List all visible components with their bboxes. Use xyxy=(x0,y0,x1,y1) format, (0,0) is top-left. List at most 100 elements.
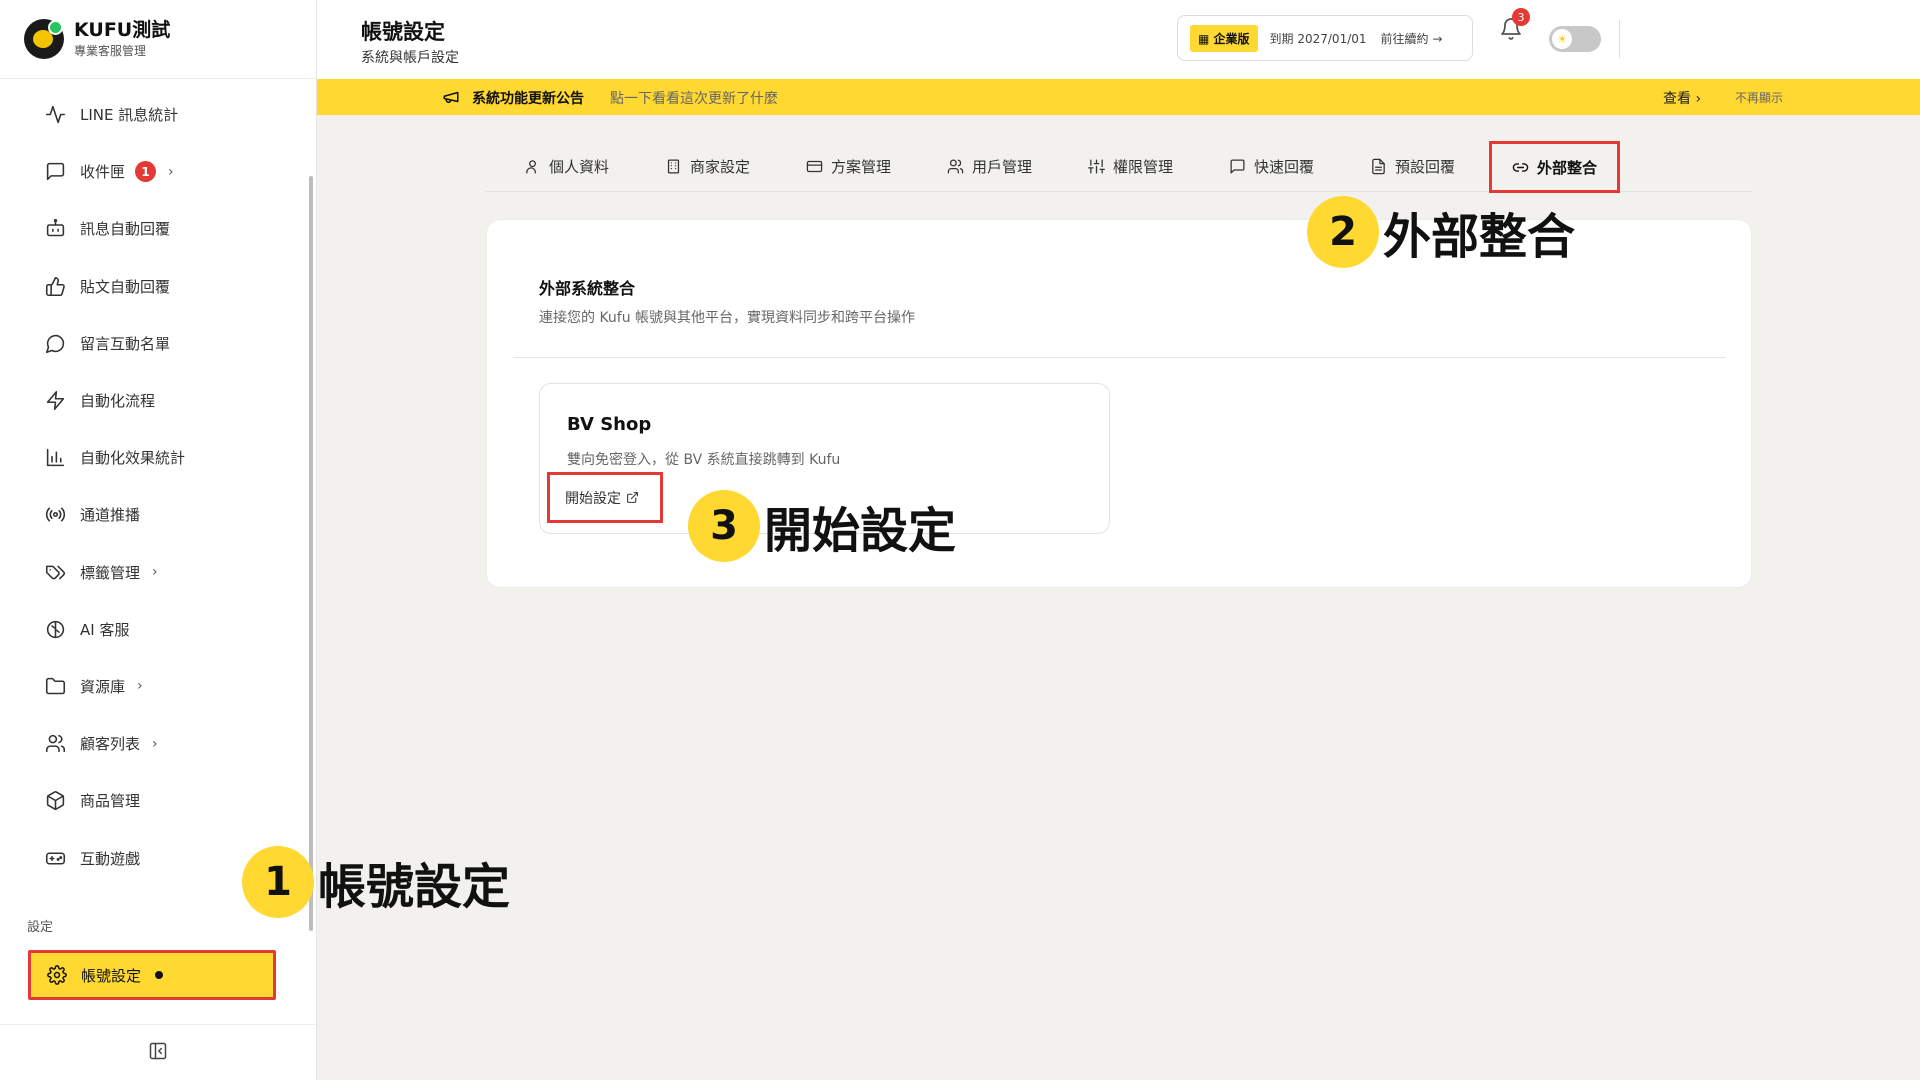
sidebar-item-automation[interactable]: 自動化流程 xyxy=(0,372,305,429)
sidebar-item-label: 顧客列表 xyxy=(80,735,141,754)
tab-label: 方案管理 xyxy=(831,157,892,176)
integration-description: 雙向免密登入，從 BV 系統直接跳轉到 Kufu xyxy=(567,452,841,468)
section-title: 外部系統整合 xyxy=(539,279,636,298)
chevron-right-icon[interactable]: › xyxy=(137,678,143,694)
zap-icon xyxy=(44,390,66,412)
tab-label: 預設回覆 xyxy=(1395,157,1456,176)
tab-profile[interactable]: 個人資料 xyxy=(524,140,609,192)
page-subtitle: 系統與帳戶設定 xyxy=(361,50,459,66)
sidebar-item-label: LINE 訊息統計 xyxy=(80,106,179,125)
collapse-sidebar-icon[interactable] xyxy=(148,1041,168,1065)
tab-quick-reply[interactable]: 快速回覆 xyxy=(1229,140,1314,192)
credit-card-icon xyxy=(806,160,823,172)
active-indicator-dot xyxy=(155,971,164,979)
tab-label: 權限管理 xyxy=(1113,157,1174,176)
message-square-icon xyxy=(1230,158,1245,174)
sidebar-item-auto-reply[interactable]: 訊息自動回覆 xyxy=(0,200,305,257)
tab-label: 用戶管理 xyxy=(972,157,1033,176)
sidebar-item-account-settings[interactable]: 帳號設定 xyxy=(28,950,276,1000)
brand-name: KUFU測試 xyxy=(74,19,171,41)
plan-info[interactable]: ▦ 企業版 到期 2027/01/01 前往續約 → xyxy=(1177,15,1473,61)
activity-icon xyxy=(44,104,66,126)
tab-label: 商家設定 xyxy=(690,157,751,176)
page-title: 帳號設定 xyxy=(361,20,445,44)
chevron-right-icon[interactable]: › xyxy=(168,164,174,180)
sidebar-item-label: 資源庫 xyxy=(80,677,126,696)
sidebar-item-label: 標籤管理 xyxy=(80,563,141,582)
announcement-bar[interactable]: 系統功能更新公告 點一下看看這次更新了什麼 查看 › 不再顯示 xyxy=(317,79,1920,115)
top-header: 帳號設定 系統與帳戶設定 ▦ 企業版 到期 2027/01/01 前往續約 → … xyxy=(317,0,1920,79)
notification-count-badge: 3 xyxy=(1512,8,1530,26)
callout-number: 2 xyxy=(1307,196,1379,268)
tab-plan[interactable]: 方案管理 xyxy=(806,140,891,192)
start-setup-button[interactable]: 開始設定 xyxy=(547,472,663,523)
users-icon xyxy=(947,158,964,174)
announcement-title: 系統功能更新公告 xyxy=(472,91,584,107)
theme-toggle[interactable]: ☀ xyxy=(1549,26,1601,52)
tags-icon xyxy=(44,561,66,583)
start-setup-label: 開始設定 xyxy=(565,490,621,507)
sidebar-item-label: 自動化流程 xyxy=(80,392,156,411)
sidebar-item-label: 自動化效果統計 xyxy=(80,449,186,468)
bot-icon xyxy=(44,218,66,240)
tab-permissions[interactable]: 權限管理 xyxy=(1088,140,1173,192)
sidebar-item-label: 留言互動名單 xyxy=(80,334,171,353)
inbox-count-badge: 1 xyxy=(135,161,157,183)
building-icon xyxy=(667,158,680,174)
sidebar-scrollbar[interactable] xyxy=(309,176,313,931)
building-icon: ▦ xyxy=(1198,31,1214,46)
tab-label: 外部整合 xyxy=(1537,158,1598,177)
sidebar-item-tags[interactable]: 標籤管理 › xyxy=(0,544,305,601)
sidebar-item-ai-service[interactable]: AI 客服 xyxy=(0,601,305,658)
sidebar-item-label: 互動遊戲 xyxy=(80,849,141,868)
plan-expire-date: 到期 2027/01/01 xyxy=(1269,31,1367,46)
link-icon xyxy=(1512,162,1529,172)
tab-label: 快速回覆 xyxy=(1254,157,1315,176)
integration-section-card: 外部系統整合 連接您的 Kufu 帳號與其他平台，實現資料同步和跨平台操作 BV… xyxy=(486,219,1752,588)
sidebar-item-inbox[interactable]: 收件匣 1 › xyxy=(0,143,305,200)
callout-text: 開始設定 xyxy=(764,503,957,559)
announcement-hide-button[interactable]: 不再顯示 xyxy=(1735,89,1783,106)
view-label: 查看 xyxy=(1663,91,1691,107)
plan-badge: ▦ 企業版 xyxy=(1190,24,1258,52)
thumbs-up-icon xyxy=(44,275,66,297)
sidebar-item-label: 帳號設定 xyxy=(81,966,142,985)
sliders-icon xyxy=(1088,158,1105,174)
sidebar-item-comment-list[interactable]: 留言互動名單 xyxy=(0,315,305,372)
chevron-right-icon[interactable]: › xyxy=(152,736,158,752)
sidebar-item-products[interactable]: 商品管理 xyxy=(0,772,305,829)
renew-link[interactable]: 前往續約 → xyxy=(1381,30,1443,47)
message-square-icon xyxy=(44,161,66,183)
plan-tag-label: 企業版 xyxy=(1213,31,1250,46)
message-circle-icon xyxy=(44,332,66,354)
file-text-icon xyxy=(1372,158,1385,174)
callout-number: 1 xyxy=(242,846,314,918)
sidebar-menu: LINE 訊息統計 收件匣 1 › 訊息自動回覆 貼文自動回覆 留言互動名單 自… xyxy=(0,86,305,887)
sidebar-item-line-stats[interactable]: LINE 訊息統計 xyxy=(0,86,305,143)
sidebar-section-label: 設定 xyxy=(27,920,54,935)
sidebar-item-label: 通道推播 xyxy=(80,506,141,525)
tab-integration[interactable]: 外部整合 xyxy=(1489,141,1621,193)
callout-step-3: 3 開始設定 xyxy=(688,490,956,562)
tab-default-reply[interactable]: 預設回覆 xyxy=(1370,140,1455,192)
sidebar-item-label: 收件匣 xyxy=(80,163,126,182)
sidebar: KUFU測試 專業客服管理 LINE 訊息統計 收件匣 1 › 訊息自動回覆 貼… xyxy=(0,0,317,1080)
brand[interactable]: KUFU測試 專業客服管理 xyxy=(0,0,316,79)
announcement-view-link[interactable]: 查看 › xyxy=(1663,88,1701,108)
tab-users[interactable]: 用戶管理 xyxy=(947,140,1032,192)
sidebar-item-broadcast[interactable]: 通道推播 xyxy=(0,486,305,543)
megaphone-icon xyxy=(442,88,460,110)
chevron-right-icon[interactable]: › xyxy=(152,564,158,580)
tab-business[interactable]: 商家設定 xyxy=(665,140,750,192)
sidebar-item-label: 商品管理 xyxy=(80,792,141,811)
sidebar-item-automation-stats[interactable]: 自動化效果統計 xyxy=(0,429,305,486)
sidebar-item-customers[interactable]: 顧客列表 › xyxy=(0,715,305,772)
section-divider xyxy=(513,357,1726,358)
package-icon xyxy=(44,790,66,812)
radio-icon xyxy=(44,504,66,526)
brand-subtitle: 專業客服管理 xyxy=(74,44,147,58)
sidebar-item-post-reply[interactable]: 貼文自動回覆 xyxy=(0,258,305,315)
sidebar-item-resources[interactable]: 資源庫 › xyxy=(0,658,305,715)
announcement-text[interactable]: 點一下看看這次更新了什麼 xyxy=(610,88,778,108)
section-description: 連接您的 Kufu 帳號與其他平台，實現資料同步和跨平台操作 xyxy=(539,310,916,326)
